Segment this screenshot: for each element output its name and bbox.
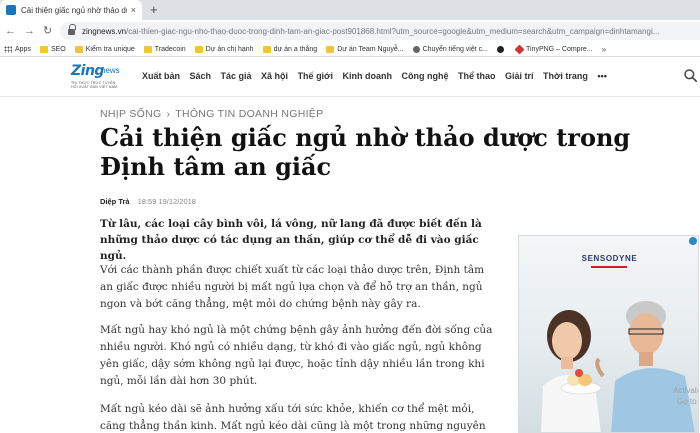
bookmark-item[interactable]: Kiểm tra unique — [74, 45, 135, 53]
nav-item[interactable]: Công nghệ — [401, 71, 448, 81]
windows-activation-watermark-line2: Go to Setti — [677, 397, 698, 406]
back-arrow-icon[interactable]: ← — [5, 24, 16, 38]
browser-toolbar: ← → ↻ zingnews.vn/cai-thien-giac-ngu-nho… — [0, 20, 700, 42]
bookmarks-overflow-button[interactable]: » — [602, 45, 606, 54]
folder-icon — [74, 45, 83, 53]
ad-couple-image — [541, 301, 695, 432]
windows-activation-watermark: Activate W — [673, 386, 699, 395]
forward-arrow-icon[interactable]: → — [24, 24, 35, 38]
breadcrumb: NHỊP SỐNG › THÔNG TIN DOANH NGHIỆP — [100, 108, 323, 120]
globe-icon — [412, 45, 420, 53]
bookmark-item[interactable]: Tradecoin — [143, 45, 186, 53]
nav-item[interactable]: Giải trí — [505, 71, 534, 81]
tab-close-icon[interactable]: × — [131, 5, 136, 15]
bookmark-item[interactable]: Apps — [4, 45, 31, 53]
lock-icon[interactable] — [68, 24, 76, 35]
folder-icon — [326, 45, 335, 53]
dot-icon — [496, 45, 504, 53]
tab-title: Cải thiện giấc ngủ nhờ thảo dược — [21, 5, 127, 15]
bookmark-label: Chuyển tiếng việt c... — [422, 45, 488, 53]
zingnews-logo[interactable]: Zing news TRI THỨC TRỰC TUYẾN HỘI XUẤT B… — [71, 63, 129, 93]
gem-icon — [514, 44, 525, 54]
article-sapo: Từ lâu, các loại cây bình vôi, lá vông, … — [100, 218, 482, 262]
nav-item[interactable]: Xuất bản — [142, 71, 180, 81]
main-nav: Xuất bản Sách Tác giả Xã hội Thế giới Kinh do… — [142, 71, 616, 81]
folder-icon — [262, 45, 271, 53]
nav-item[interactable]: Sách — [190, 71, 212, 81]
browser-tab[interactable]: Cải thiện giấc ngủ nhờ thảo dược × — [0, 0, 142, 20]
folder-icon — [194, 45, 203, 53]
article-paragraph: Mất ngủ hay khó ngủ là một chứng bệnh gâ… — [100, 324, 493, 387]
bookmark-label: Tradecoin — [154, 45, 186, 53]
breadcrumb-item-nhip-song[interactable]: NHỊP SỐNG — [100, 108, 161, 120]
nav-item[interactable]: Thời trang — [543, 71, 588, 81]
article-paragraph: Mất ngủ kéo dài sẽ ảnh hưởng xấu tới sức… — [100, 403, 486, 432]
url-path: /cai-thien-giac-ngu-nho-thao-duoc-trong-… — [126, 26, 660, 36]
bookmark-item[interactable]: dự án a thắng — [262, 45, 318, 53]
folder-icon — [143, 45, 152, 53]
bookmark-label: Kiểm tra unique — [85, 45, 135, 53]
folder-icon — [39, 45, 48, 53]
nav-item[interactable]: Xã hội — [261, 71, 288, 81]
article-time: 18:59 19/12/2018 — [137, 197, 196, 206]
bookmark-item[interactable]: TinyPNG – Compre... — [514, 44, 593, 54]
nav-item[interactable]: Tác giả — [221, 71, 252, 81]
article-author[interactable]: Diệp Trà — [100, 197, 130, 206]
new-tab-button[interactable]: + — [150, 2, 158, 18]
search-icon[interactable] — [684, 69, 697, 82]
site-header: Zing news TRI THỨC TRỰC TUYẾN HỘI XUẤT B… — [0, 57, 700, 97]
breadcrumb-item-thong-tin-doanh-nghiep[interactable]: THÔNG TIN DOANH NGHIỆP — [175, 108, 323, 120]
article-title: Cải thiện giấc ngủ nhờ thảo dược trong Đ… — [100, 123, 631, 181]
tab-strip: Cải thiện giấc ngủ nhờ thảo dược × + — [0, 0, 700, 20]
bookmark-label: TinyPNG – Compre... — [525, 45, 593, 53]
bookmark-item[interactable]: Chuyển tiếng việt c... — [412, 45, 488, 53]
logo-tagline: TRI THỨC TRỰC TUYẾN HỘI XUẤT BẢN VIỆT NA… — [71, 81, 117, 89]
address-bar[interactable]: zingnews.vn/cai-thien-giac-ngu-nho-thao-… — [60, 22, 700, 40]
nav-item[interactable]: Thế giới — [298, 71, 333, 81]
bookmark-item[interactable]: Dự án Team Nguyễ... — [326, 45, 404, 53]
article-meta: Diệp Trà 18:59 19/12/2018 — [100, 197, 196, 206]
nav-item[interactable]: Kinh doanh — [342, 71, 392, 81]
logo-tagline-line2: HỘI XUẤT BẢN VIỆT NAM — [71, 85, 118, 89]
zing-favicon-icon — [6, 5, 16, 15]
bookmark-item[interactable] — [496, 45, 507, 53]
bookmark-item[interactable]: SEO — [39, 45, 66, 53]
bookmark-label: SEO — [50, 45, 66, 53]
url-text[interactable]: zingnews.vn/cai-thien-giac-ngu-nho-thao-… — [82, 27, 659, 36]
reload-icon[interactable]: ↻ — [43, 24, 52, 38]
apps-icon — [4, 45, 12, 53]
bookmark-label: Dự án chị hạnh — [205, 45, 254, 53]
nav-more-button[interactable]: ••• — [597, 71, 606, 81]
url-host: zingnews.vn — [82, 26, 127, 36]
bookmark-label: Apps — [15, 45, 31, 53]
logo-suffix: news — [101, 66, 120, 75]
breadcrumb-separator: › — [166, 108, 171, 120]
logo-brand: Zing — [71, 63, 104, 79]
bookmark-label: dự án a thắng — [273, 45, 318, 53]
nav-item[interactable]: Thể thao — [458, 71, 496, 81]
bookmarks-bar: Apps SEO Kiểm tra unique Tradecoin Dự án chị… — [0, 42, 700, 56]
bookmark-item[interactable]: Dự án chị hạnh — [194, 45, 254, 53]
article-paragraph: Với các thành phần được chiết xuất từ cá… — [100, 264, 485, 310]
sensodyne-advertisement[interactable]: SENSODYNE Activate W Go to Setti — [518, 235, 699, 433]
bookmark-label: Dự án Team Nguyễ... — [337, 45, 404, 53]
